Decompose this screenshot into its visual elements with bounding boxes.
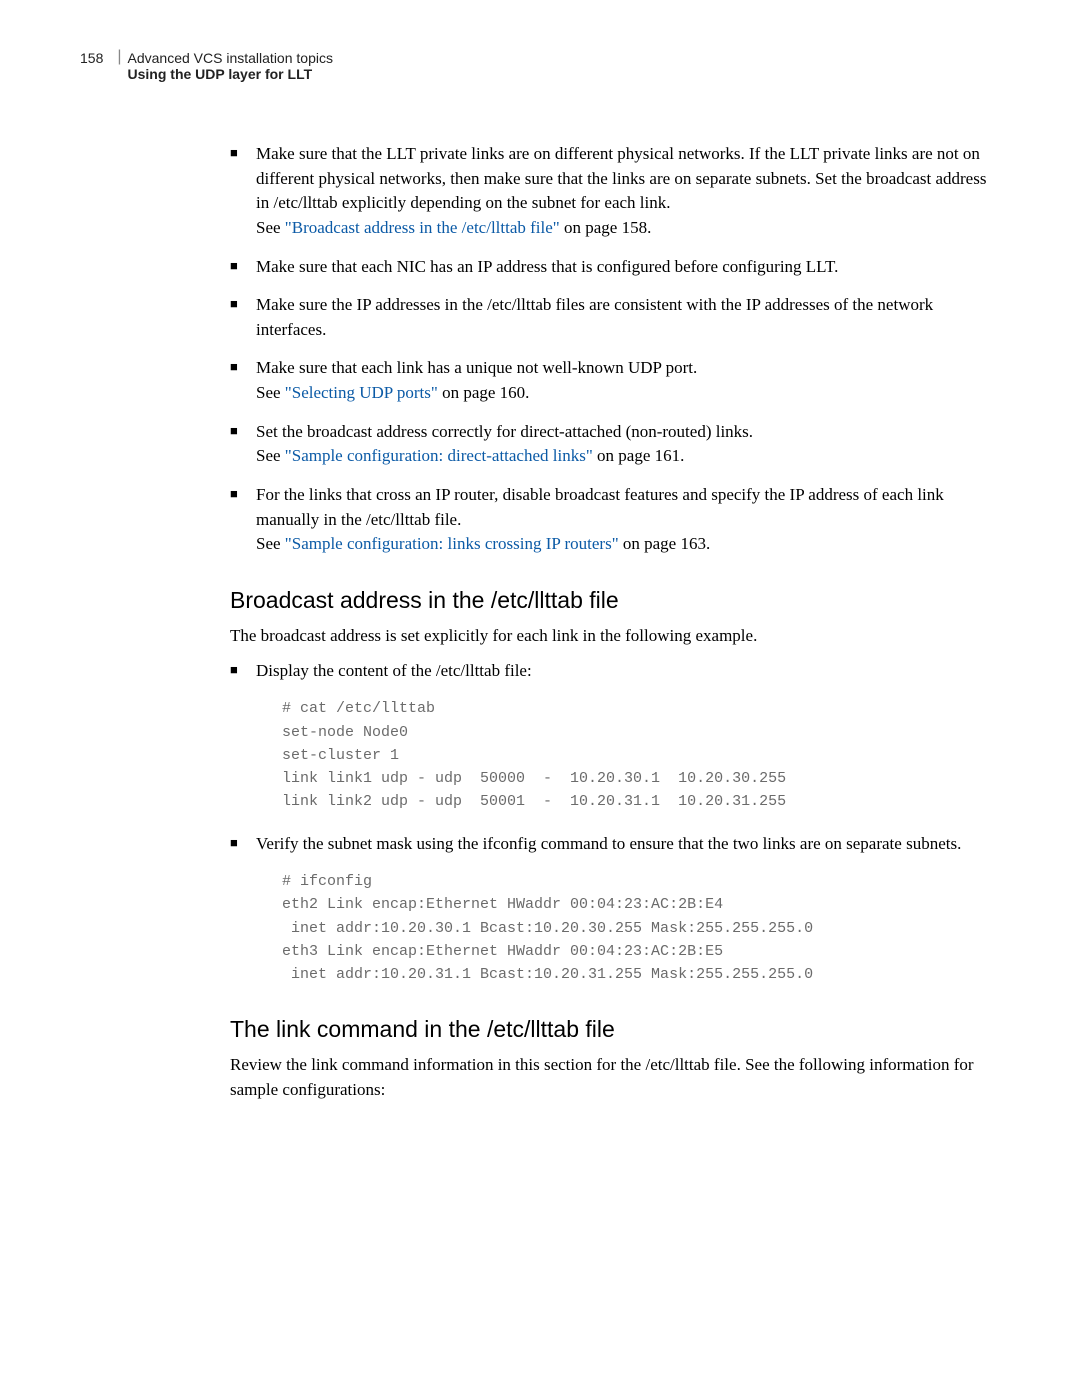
page: 158 | Advanced VCS installation topics U… — [0, 0, 1080, 1173]
see-suffix: on page 158. — [560, 218, 652, 237]
page-header: 158 | Advanced VCS installation topics U… — [80, 50, 1000, 82]
section-intro: Review the link command information in t… — [230, 1053, 1000, 1102]
page-number: 158 — [80, 50, 103, 66]
header-subtitle: Using the UDP layer for LLT — [128, 66, 333, 82]
bullet-item: Make sure that the LLT private links are… — [230, 142, 1000, 241]
header-divider: | — [117, 50, 121, 64]
bullet-text: Make sure that the LLT private links are… — [256, 144, 986, 212]
see-prefix: See — [256, 218, 285, 237]
see-suffix: on page 163. — [619, 534, 711, 553]
bullet-item: Make sure that each NIC has an IP addres… — [230, 255, 1000, 280]
bullet-item: Verify the subnet mask using the ifconfi… — [230, 832, 1000, 987]
see-link[interactable]: "Sample configuration: links crossing IP… — [285, 534, 619, 553]
bullet-item: Display the content of the /etc/llttab f… — [230, 659, 1000, 814]
section-heading-broadcast: Broadcast address in the /etc/llttab fil… — [230, 587, 1000, 614]
code-block-cat: # cat /etc/llttab set-node Node0 set-clu… — [282, 697, 1000, 813]
content-area: Make sure that the LLT private links are… — [230, 142, 1000, 1103]
section-heading-link-command: The link command in the /etc/llttab file — [230, 1016, 1000, 1043]
code-block-ifconfig: # ifconfig eth2 Link encap:Ethernet HWad… — [282, 870, 1000, 986]
bullet-text: For the links that cross an IP router, d… — [256, 485, 944, 529]
bullet-text: Set the broadcast address correctly for … — [256, 422, 753, 441]
bullet-text: Display the content of the /etc/llttab f… — [256, 661, 532, 680]
bullet-item: Set the broadcast address correctly for … — [230, 420, 1000, 469]
see-prefix: See — [256, 383, 285, 402]
see-link[interactable]: "Sample configuration: direct-attached l… — [285, 446, 593, 465]
section-intro: The broadcast address is set explicitly … — [230, 624, 1000, 649]
top-bullet-list: Make sure that the LLT private links are… — [230, 142, 1000, 557]
see-link[interactable]: "Selecting UDP ports" — [285, 383, 438, 402]
bullet-text: Make sure that each link has a unique no… — [256, 358, 697, 377]
bullet-text: Verify the subnet mask using the ifconfi… — [256, 834, 961, 853]
bullet-text: Make sure the IP addresses in the /etc/l… — [256, 295, 933, 339]
header-title: Advanced VCS installation topics — [128, 50, 333, 66]
see-prefix: See — [256, 534, 285, 553]
see-link[interactable]: "Broadcast address in the /etc/llttab fi… — [285, 218, 560, 237]
see-suffix: on page 160. — [438, 383, 530, 402]
section1-bullets: Display the content of the /etc/llttab f… — [230, 659, 1000, 987]
bullet-item: Make sure the IP addresses in the /etc/l… — [230, 293, 1000, 342]
bullet-item: Make sure that each link has a unique no… — [230, 356, 1000, 405]
see-prefix: See — [256, 446, 285, 465]
bullet-text: Make sure that each NIC has an IP addres… — [256, 257, 838, 276]
see-suffix: on page 161. — [593, 446, 685, 465]
header-text-block: Advanced VCS installation topics Using t… — [128, 50, 333, 82]
bullet-item: For the links that cross an IP router, d… — [230, 483, 1000, 557]
